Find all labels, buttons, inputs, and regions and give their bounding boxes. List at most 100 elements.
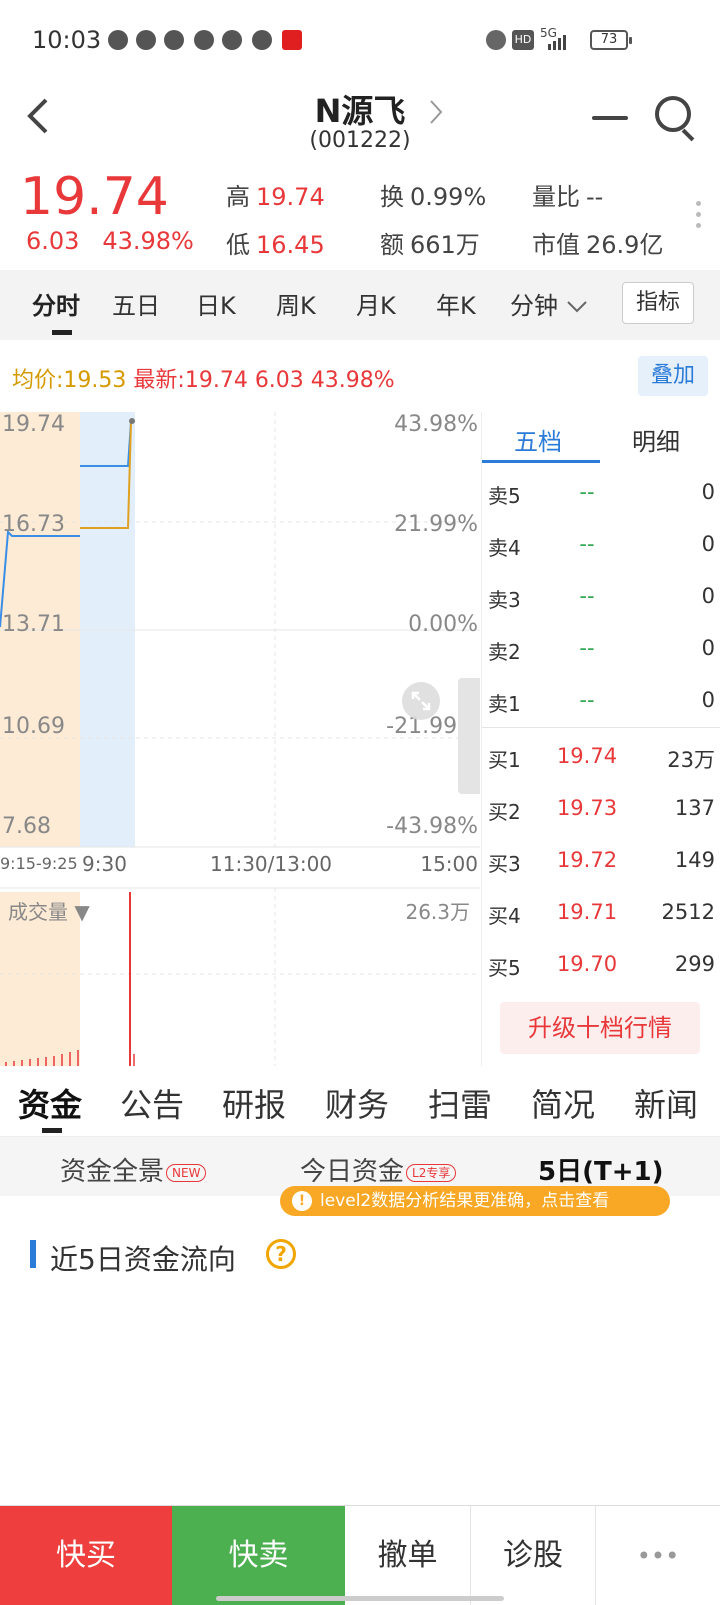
period-tabs: 分时 五日 日K 周K 月K 年K 分钟 指标 [0, 270, 720, 340]
location-icon [194, 30, 214, 50]
bid-row: 买1 19.74 23万 [488, 744, 715, 772]
stock-name[interactable]: N源飞 [0, 86, 720, 132]
y-label-right: 0.00% [408, 612, 478, 637]
quick-sell-button[interactable]: 快卖 [172, 1506, 345, 1605]
indicator-button[interactable]: 指标 [622, 282, 694, 324]
compass-icon [252, 30, 272, 50]
section-title: 近5日资金流向 [50, 1243, 236, 1276]
y-label-left: 13.71 [2, 612, 65, 637]
bid-row: 买5 19.70 299 [488, 952, 715, 980]
tab-research[interactable]: 研报 [222, 1080, 286, 1126]
ask-row: 卖5 -- 0 [488, 480, 715, 508]
x-label: 15:00 [420, 852, 478, 876]
level2-promo-banner[interactable]: ! level2数据分析结果更准确，点击查看 [280, 1186, 670, 1216]
tab-financials[interactable]: 财务 [325, 1080, 389, 1126]
hd-icon: HD [512, 30, 534, 50]
warning-icon: ! [292, 1191, 312, 1211]
avg-price-text: 均价:19.53 最新:19.74 6.03 43.98% [12, 368, 395, 393]
subtab-fund-overview[interactable]: 资金全景 NEW [60, 1151, 207, 1188]
notification-icon [108, 30, 128, 50]
bottom-action-bar: 快买 快卖 撤单 诊股 ••• [0, 1505, 720, 1605]
tab-monthly-k[interactable]: 月K [356, 286, 396, 321]
bid-row: 买3 19.72 149 [488, 848, 715, 876]
y-label-left: 10.69 [2, 714, 65, 739]
tab-funds[interactable]: 资金 [18, 1080, 82, 1126]
avg-price-bar: 均价:19.53 最新:19.74 6.03 43.98% 叠加 [0, 350, 720, 400]
tab-intraday[interactable]: 分时 [32, 286, 80, 321]
tab-minute[interactable]: 分钟 [510, 286, 588, 321]
status-time: 10:03 [32, 26, 102, 54]
latest-point [129, 418, 135, 424]
diagnose-button[interactable]: 诊股 [471, 1506, 596, 1605]
ask-row: 卖3 -- 0 [488, 584, 715, 612]
chevron-down-icon [566, 301, 587, 313]
tab-weekly-k[interactable]: 周K [276, 286, 316, 321]
bid-row: 买2 19.73 137 [488, 796, 715, 824]
tab-daily-k[interactable]: 日K [196, 286, 236, 321]
stat-market-cap: 市值 26.9亿 [532, 231, 664, 259]
tab-risk-scan[interactable]: 扫雷 [428, 1080, 492, 1126]
more-vertical-icon[interactable] [696, 201, 702, 234]
ob-tab-indicator [482, 460, 600, 463]
change-value: 6.03 [26, 227, 80, 255]
ask-row: 卖4 -- 0 [488, 532, 715, 560]
x-label: 11:30/13:00 [210, 852, 333, 876]
stock-code: (001222) [309, 128, 411, 153]
minimize-icon[interactable] [592, 116, 628, 120]
current-price: 19.74 [20, 167, 169, 227]
y-label-left: 19.74 [2, 412, 65, 437]
section-accent-bar [30, 1240, 36, 1268]
stat-volume-ratio: 量比 -- [532, 183, 604, 211]
volume-label[interactable]: 成交量 ▼ [8, 896, 90, 925]
home-indicator[interactable] [216, 1596, 504, 1601]
y-label-right: 21.99% [394, 512, 478, 537]
info-tabs: 资金 公告 研报 财务 扫雷 简况 新闻 [0, 1066, 720, 1136]
tab-yearly-k[interactable]: 年K [436, 286, 476, 321]
signal-icon [548, 34, 572, 50]
tab-level5[interactable]: 五档 [514, 422, 562, 457]
search-icon[interactable] [655, 96, 691, 132]
tab-five-day[interactable]: 五日 [112, 286, 160, 321]
stat-low: 低 16.45 [226, 231, 325, 259]
ask-row: 卖1 -- 0 [488, 688, 715, 716]
browser-icon [164, 30, 184, 50]
stat-amount: 额 661万 [380, 231, 480, 259]
battery-icon: 73 [590, 30, 632, 50]
upgrade-level10-button[interactable]: 升级十档行情 [500, 1002, 700, 1054]
stat-turnover: 换 0.99% [380, 183, 487, 211]
subtab-five-day[interactable]: 5日(T+1) [538, 1151, 663, 1188]
active-tab-indicator [52, 330, 72, 335]
change-percent: 43.98% [102, 227, 194, 255]
intraday-chart[interactable]: 19.74 16.73 13.71 10.69 7.68 43.98% 21.9… [0, 412, 480, 1066]
intraday-chart-svg [0, 412, 480, 1066]
side-panel-handle[interactable] [458, 678, 480, 794]
overlay-button[interactable]: 叠加 [638, 356, 708, 396]
ob-divider [482, 727, 720, 728]
tab-profile[interactable]: 简况 [531, 1080, 595, 1126]
x-label: 9:15-9:25 [0, 854, 78, 873]
expand-icon[interactable] [402, 682, 440, 720]
subtab-today-funds[interactable]: 今日资金 L2专享 [300, 1151, 457, 1188]
tab-announcements[interactable]: 公告 [120, 1080, 184, 1126]
price-change: 6.03 43.98% [26, 227, 194, 255]
volume-max-label: 26.3万 [405, 900, 470, 924]
x-label: 9:30 [82, 852, 127, 876]
weather-icon [136, 30, 156, 50]
app-icon [222, 30, 242, 50]
tab-news[interactable]: 新闻 [634, 1080, 698, 1126]
l2-badge: L2专享 [406, 1164, 457, 1182]
stock-header: N源飞 (001222) [0, 80, 720, 165]
quote-panel: 19.74 6.03 43.98% 高 19.74 低 16.45 换 0.99% 额… [0, 165, 720, 270]
new-badge: NEW [166, 1163, 207, 1182]
status-bar: 10:03 HD 5G 73 [0, 0, 720, 80]
tab-details[interactable]: 明细 [632, 422, 680, 457]
cancel-order-button[interactable]: 撤单 [345, 1506, 471, 1605]
app-badge-icon [282, 30, 302, 50]
help-icon[interactable]: ? [266, 1239, 296, 1269]
y-label-right: -43.98% [386, 814, 478, 839]
y-label-left: 7.68 [2, 814, 51, 839]
more-menu-button[interactable]: ••• [596, 1506, 720, 1605]
bid-row: 买4 19.71 2512 [488, 900, 715, 928]
quick-buy-button[interactable]: 快买 [0, 1506, 172, 1605]
chevron-right-icon[interactable] [428, 98, 444, 134]
